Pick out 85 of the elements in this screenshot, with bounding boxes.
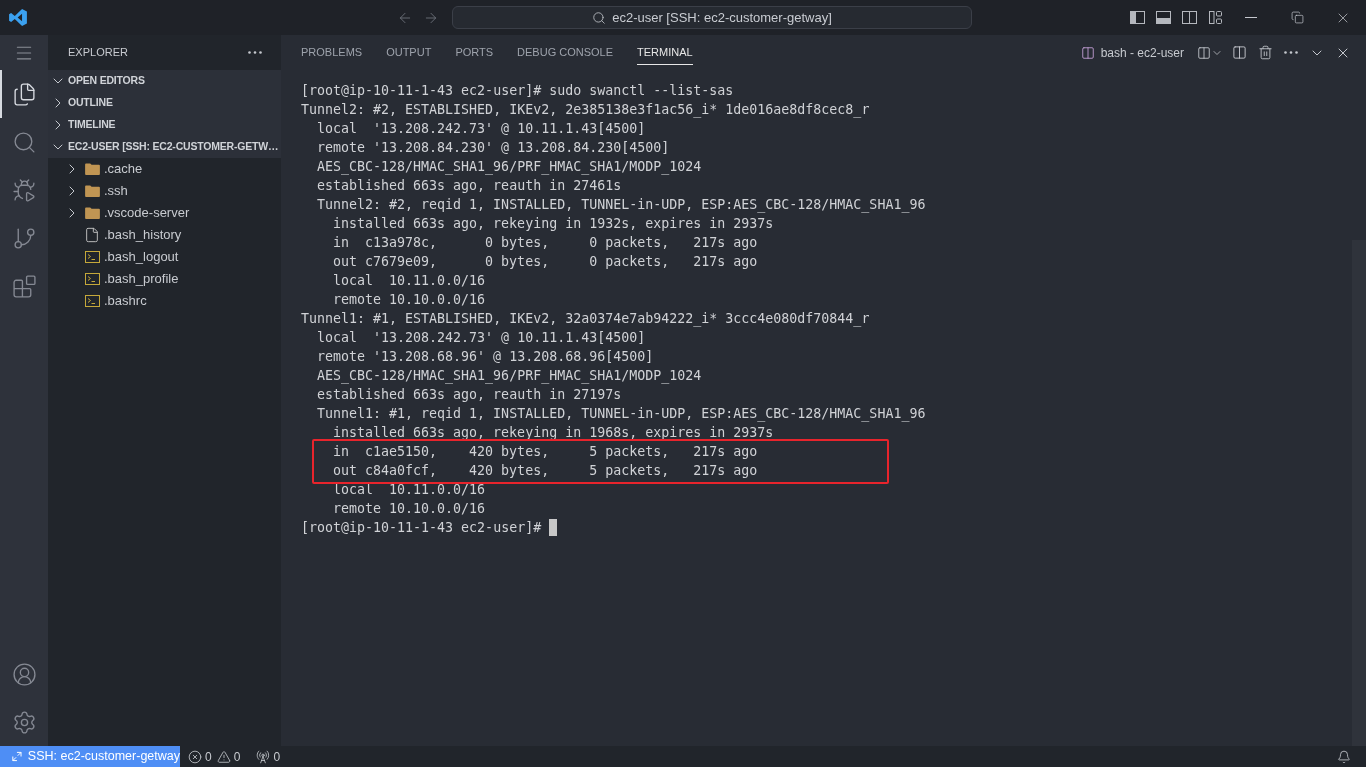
terminal-line: [root@ip-10-11-1-43 ec2-user]# sudo swanctl --list-sas: [301, 82, 734, 100]
terminal-selector[interactable]: bash - ec2-user: [1080, 41, 1184, 64]
terminal-line: established 663s ago, reauth in 27197s: [317, 386, 622, 404]
terminal-line: Tunnel2: #2, ESTABLISHED, IKEv2, 2e385138e3f1ac56_i* 1de016ae8df8cec8_r: [301, 101, 870, 119]
file-name: .bash_history: [104, 226, 182, 245]
terminal-file-icon: [84, 251, 100, 263]
terminal-line: Tunnel1: #1, reqid 1, INSTALLED, TUNNEL-in-UDP, ESP:AES_CBC-128/HMAC_SHA1_96: [317, 405, 926, 423]
terminal-line: remote '13.208.84.230' @ 13.208.84.230[4500]: [317, 139, 670, 157]
terminal-line: installed 663s ago, rekeying in 1932s, expires in 2937s: [333, 215, 774, 233]
file-name: .bash_profile: [104, 270, 179, 289]
split-layout-icon: [1181, 11, 1197, 24]
command-center[interactable]: ec2-user [SSH: ec2-customer-getway]: [452, 6, 972, 29]
tree-item[interactable]: .bash_history: [48, 224, 281, 246]
section-header[interactable]: TIMELINE: [48, 114, 281, 136]
panel-layout-icon: [1155, 11, 1171, 24]
terminal-line: AES_CBC-128/HMAC_SHA1_96/PRF_HMAC_SHA1/MODP_1024: [317, 367, 702, 385]
folder-icon: [84, 207, 100, 219]
terminal-line: local 10.11.0.0/16: [333, 272, 486, 290]
terminal-line: in c1ae5150, 420 bytes, 5 packets, 217s ago: [333, 443, 758, 461]
sidebar-title: EXPLORER: [68, 45, 128, 61]
warning-icon: [216, 749, 231, 764]
terminal-file-icon: [84, 295, 100, 307]
branch-icon: [11, 225, 37, 251]
terminal-line: local '13.208.242.73' @ 10.11.1.43[4500]: [317, 329, 646, 347]
panel-tab[interactable]: TERMINAL: [637, 40, 693, 65]
account-icon: [11, 661, 37, 687]
bug-play-icon: [11, 177, 37, 203]
problems-button[interactable]: 0 0: [187, 746, 242, 767]
folder-icon: [84, 163, 100, 175]
file-name: .bash_logout: [104, 248, 179, 267]
blocks-icon: [11, 273, 37, 299]
section-header[interactable]: OPEN EDITORS: [48, 70, 281, 92]
search-icon: [11, 129, 37, 155]
panel-tab[interactable]: OUTPUT: [386, 40, 432, 65]
section-header[interactable]: OUTLINE: [48, 92, 281, 114]
logo-icon: [9, 9, 27, 26]
ports-button[interactable]: 0: [256, 746, 281, 767]
tree-item[interactable]: .bash_profile: [48, 268, 281, 290]
terminal-line: out c7679e09, 0 bytes, 0 packets, 217s ago: [333, 253, 758, 271]
error-icon: [188, 749, 202, 764]
search-icon: [592, 10, 607, 25]
radio-tower-icon: [256, 749, 271, 764]
columns-icon: [1197, 45, 1211, 60]
diagonal-arrows-icon: [12, 751, 22, 762]
panel-tab[interactable]: PROBLEMS: [301, 40, 363, 65]
tree-item[interactable]: .cache: [48, 158, 281, 180]
tree-item[interactable]: .bashrc: [48, 290, 281, 312]
panel-tab[interactable]: PORTS: [455, 40, 494, 65]
terminal-line: remote 10.10.0.0/16: [333, 500, 486, 518]
terminal-line: remote '13.208.68.96' @ 13.208.68.96[4500]: [317, 348, 654, 366]
terminal-line: out c84a0fcf, 420 bytes, 5 packets, 217s ago: [333, 462, 758, 480]
files-icon: [11, 81, 37, 107]
restore-icon: [1290, 11, 1304, 24]
section-header[interactable]: EC2-USER [SSH: EC2-CUSTOMER-GETW…: [48, 136, 281, 158]
terminal-line: Tunnel2: #2, reqid 1, INSTALLED, TUNNEL-in-UDP, ESP:AES_CBC-128/HMAC_SHA1_96: [317, 196, 926, 214]
file-name: .cache: [104, 160, 143, 179]
more-icon: [1284, 51, 1298, 54]
columns-icon: [1231, 45, 1247, 60]
terminal-line: in c13a978c, 0 bytes, 0 packets, 217s ago: [333, 234, 758, 252]
file-name: .bashrc: [104, 292, 147, 311]
tree-item[interactable]: .ssh: [48, 180, 281, 202]
minimize-icon: [1245, 17, 1257, 18]
tree-item[interactable]: .bash_logout: [48, 246, 281, 268]
file-name: .ssh: [104, 182, 128, 201]
terminal-line: remote 10.10.0.0/16: [333, 291, 486, 309]
terminal-file-icon: [84, 273, 100, 285]
layout-grid-icon: [1208, 11, 1222, 24]
more-icon: [248, 51, 262, 54]
terminal-line: established 663s ago, reauth in 27461s: [317, 177, 622, 195]
columns-icon: [1080, 45, 1095, 60]
bell-icon: [1337, 749, 1351, 764]
terminal-line: local '13.208.242.73' @ 10.11.1.43[4500]: [317, 120, 646, 138]
terminal-line: installed 663s ago, rekeying in 1968s, expires in 2937s: [333, 424, 774, 442]
file-name: .vscode-server: [104, 204, 190, 223]
file-icon: [84, 227, 100, 243]
trash-icon: [1257, 45, 1273, 60]
tree-item[interactable]: .vscode-server: [48, 202, 281, 224]
terminal-line: [root@ip-10-11-1-43 ec2-user]#: [301, 519, 542, 537]
folder-icon: [84, 185, 100, 197]
terminal-line: Tunnel1: #1, ESTABLISHED, IKEv2, 32a0374e7ab94222_i* 3ccc4e080df70844_r: [301, 310, 870, 328]
command-center-text: ec2-user [SSH: ec2-customer-getway]: [612, 8, 832, 27]
panel-tab[interactable]: DEBUG CONSOLE: [517, 40, 614, 65]
sidebar-layout-icon: [1129, 11, 1145, 24]
terminal-line: AES_CBC-128/HMAC_SHA1_96/PRF_HMAC_SHA1/MODP_1024: [317, 158, 702, 176]
settings-icon: [11, 709, 37, 735]
